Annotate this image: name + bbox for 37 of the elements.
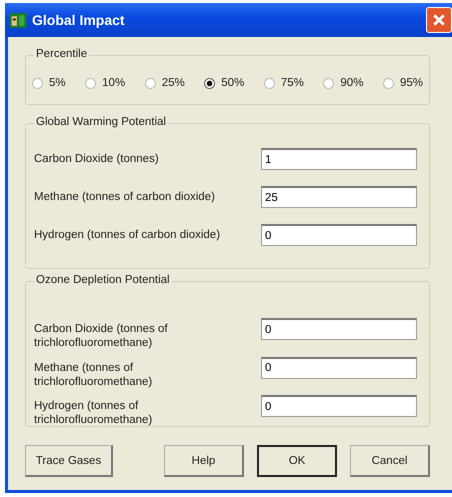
- dialog-button[interactable]: OK: [257, 445, 337, 477]
- app-icon: [9, 12, 27, 28]
- field-label: Carbon Dioxide (tonnes of trichlorofluoromethane): [34, 322, 169, 350]
- group-label: Percentile: [34, 48, 90, 60]
- close-button[interactable]: [426, 7, 452, 33]
- field-label: Hydrogen (tonnes of trichlorofluoromethane): [34, 399, 154, 428]
- input-field[interactable]: 0: [261, 318, 417, 340]
- field-label: Hydrogen (tonnes of carbon dioxide): [34, 228, 222, 242]
- field-label: Carbon Dioxide (tonnes): [34, 152, 160, 166]
- input-field[interactable]: 1: [261, 148, 417, 170]
- radio-circle[interactable]: [264, 78, 275, 88]
- radio-circle[interactable]: [382, 78, 394, 88]
- radio-circle[interactable]: [323, 78, 334, 88]
- field-label: Methane (tonnes of carbon dioxide): [34, 190, 216, 204]
- radio-label[interactable]: 10%: [102, 77, 126, 89]
- group-label: Global Warming Potential: [34, 116, 168, 128]
- dialog-button[interactable]: Help: [164, 445, 244, 477]
- input-field[interactable]: 0: [261, 356, 417, 379]
- field-label: Methane (tonnes of trichlorofluoromethane): [34, 360, 154, 389]
- input-field[interactable]: 0: [261, 224, 417, 246]
- radio-label[interactable]: 25%: [162, 77, 185, 89]
- radio-label[interactable]: 5%: [49, 77, 66, 89]
- radio-label[interactable]: 90%: [340, 77, 364, 89]
- dialog-button[interactable]: Trace Gases: [25, 445, 113, 477]
- window-title: Global Impact: [32, 12, 125, 28]
- group-label: Ozone Depletion Potential: [34, 274, 172, 286]
- radio-label[interactable]: 50%: [221, 77, 244, 89]
- radio-circle[interactable]: [32, 78, 43, 88]
- radio-circle[interactable]: [144, 78, 156, 88]
- radio-circle[interactable]: [85, 78, 96, 88]
- radio-label[interactable]: 75%: [280, 77, 304, 89]
- input-field[interactable]: 25: [261, 186, 417, 208]
- input-field[interactable]: 0: [261, 395, 417, 418]
- close-icon: [432, 13, 446, 27]
- radio-circle[interactable]: [204, 78, 216, 88]
- radio-label[interactable]: 95%: [400, 77, 423, 89]
- dialog-button[interactable]: Cancel: [350, 445, 430, 477]
